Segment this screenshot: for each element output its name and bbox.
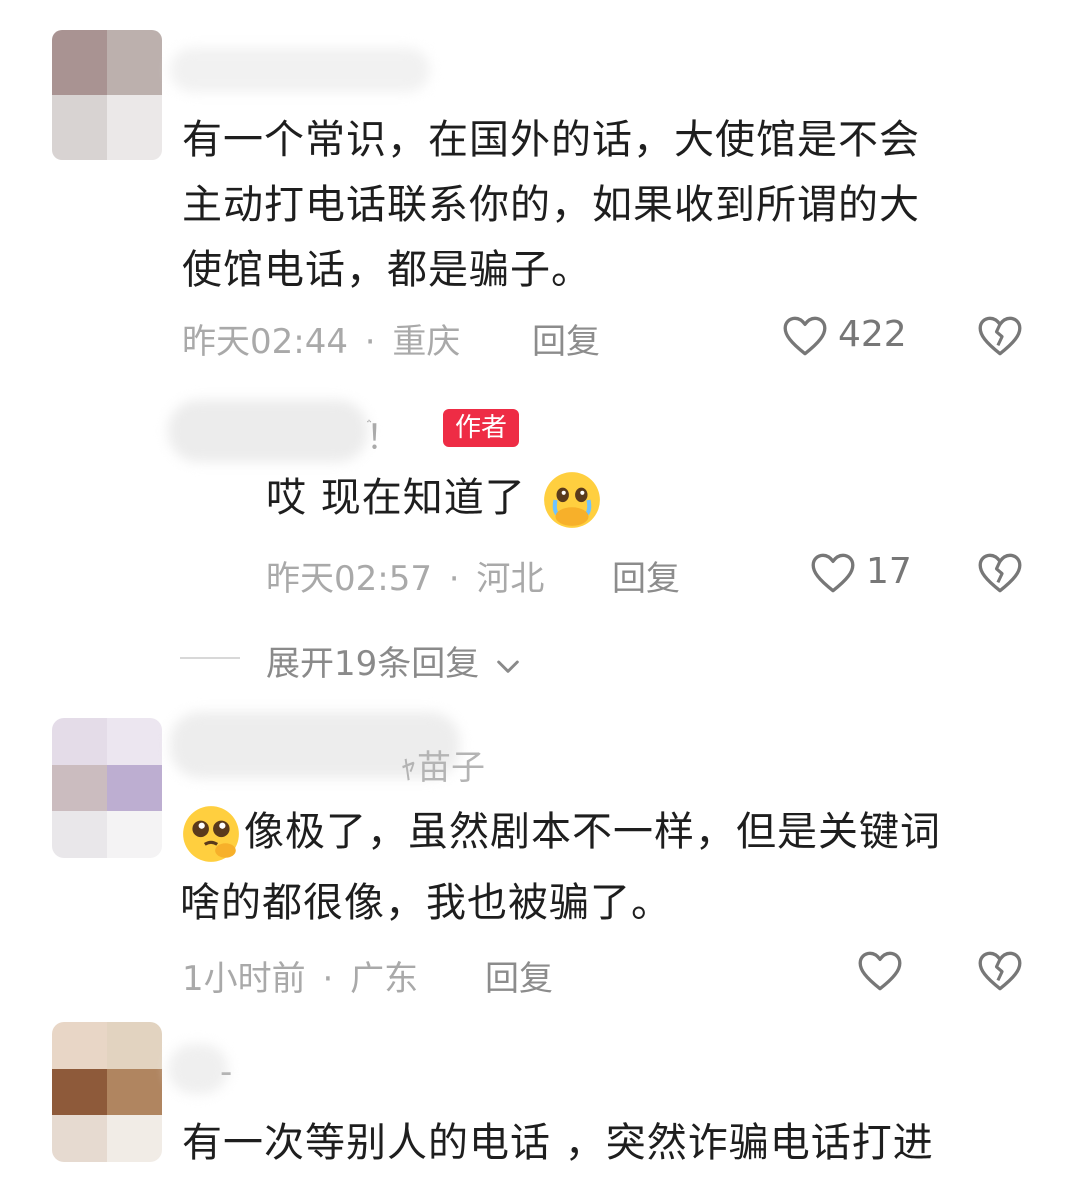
broken-heart-icon[interactable] <box>975 311 1025 361</box>
timestamp: 1小时前 <box>182 959 306 999</box>
chevron-down-icon <box>497 660 519 673</box>
separator: · <box>364 322 376 362</box>
heart-outline-icon[interactable] <box>780 311 830 361</box>
crying-face-emoji <box>544 472 601 528</box>
broken-heart-icon[interactable] <box>975 548 1025 598</box>
comment-text: 像极了，虽然剧本不一样，但是关键词 啥的都很像，我也被骗了。 <box>180 800 1040 936</box>
reply-button[interactable]: 回复 <box>612 551 680 600</box>
comment-meta: 1小时前 · 广东 <box>182 951 418 1000</box>
location: 广东 <box>350 959 419 999</box>
expand-replies-button[interactable]: 展开19条回复 <box>266 636 524 685</box>
timestamp: 昨天02:44 <box>182 322 348 362</box>
username-blurred[interactable] <box>170 48 430 92</box>
reply-username[interactable]: ۛ！ <box>366 410 400 459</box>
reply-button[interactable]: 回复 <box>485 951 553 1000</box>
comment-text: 有一次等别人的电话 ，突然诈骗电话打进 <box>182 1120 934 1166</box>
reply-button[interactable]: 回复 <box>532 314 600 363</box>
username[interactable]: ｬ苗子 <box>400 740 485 789</box>
comment-meta: 昨天02:44 · 重庆 <box>182 314 460 363</box>
comment-text: 有一个常识，在国外的话，大使馆是不会 主动打电话联系你的，如果收到所谓的大 使馆… <box>182 117 920 293</box>
separator: · <box>448 559 460 599</box>
reply-meta: 昨天02:57 · 河北 <box>266 551 544 600</box>
pleading-face-emoji <box>183 806 239 862</box>
heart-outline-icon[interactable] <box>808 548 858 598</box>
author-badge: 作者 <box>443 409 520 447</box>
reply-avatar-blurred[interactable] <box>168 400 368 462</box>
like-count: 422 <box>838 314 907 355</box>
location: 重庆 <box>392 322 461 362</box>
separator: · <box>322 959 334 999</box>
heart-outline-icon[interactable] <box>855 946 905 996</box>
expand-divider <box>180 657 240 659</box>
avatar[interactable] <box>52 30 162 160</box>
avatar[interactable] <box>52 718 162 858</box>
broken-heart-icon[interactable] <box>975 946 1025 996</box>
like-count: 17 <box>866 551 912 592</box>
timestamp: 昨天02:57 <box>266 559 432 599</box>
location: 河北 <box>476 559 545 599</box>
reply-text: 哎 现在知道了 <box>266 466 603 531</box>
username-blurred[interactable] <box>168 1044 228 1094</box>
username[interactable]: - <box>220 1052 232 1092</box>
avatar[interactable] <box>52 1022 162 1162</box>
